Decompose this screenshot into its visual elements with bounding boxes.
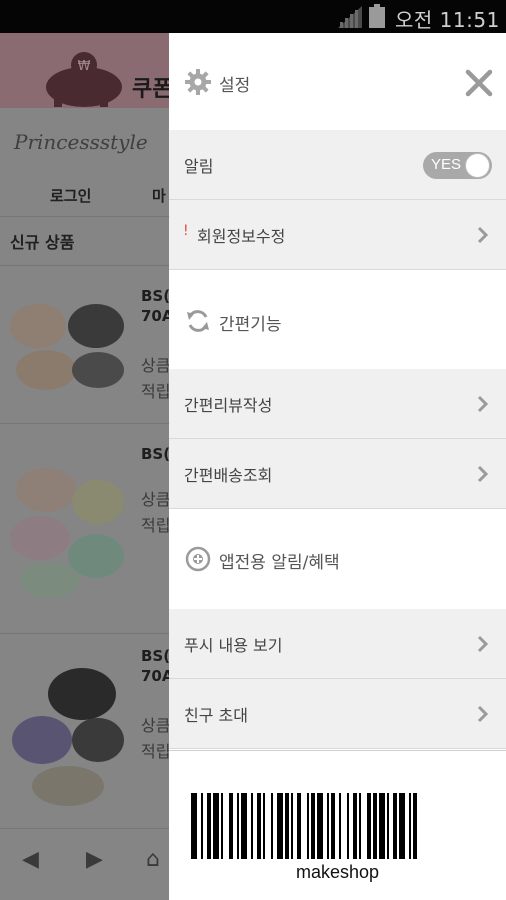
member-edit-item[interactable]: ! 회원정보수정 xyxy=(169,200,506,270)
plus-circle-icon xyxy=(185,546,211,572)
barcode-bar xyxy=(347,793,349,859)
close-icon[interactable] xyxy=(464,68,494,98)
chevron-right-icon xyxy=(477,635,488,653)
product-desc: 상큼 xyxy=(141,716,171,735)
forward-arrow-icon: ▶ xyxy=(86,847,103,872)
coupon-label: 쿠폰 xyxy=(132,77,173,102)
product-point: 적립 xyxy=(141,742,171,761)
barcode-bar xyxy=(327,793,329,859)
notification-row: 알림 YES xyxy=(169,130,506,200)
barcode-bar xyxy=(331,793,335,859)
battery-icon xyxy=(369,4,385,28)
barcode-bar xyxy=(339,793,341,859)
product-desc: 상큼 xyxy=(141,356,171,375)
barcode-bar xyxy=(317,793,323,859)
product-code: BS( xyxy=(141,445,171,463)
barcode-bar xyxy=(353,793,357,859)
barcode-bar xyxy=(297,793,301,859)
member-edit-label: 회원정보수정 xyxy=(197,227,286,246)
barcode-bar xyxy=(221,793,223,859)
quick-section: 간편기능 xyxy=(169,270,506,369)
alert-mark: ! xyxy=(183,223,189,239)
barcode-bar xyxy=(307,793,309,859)
shop-logo: Princessstyle xyxy=(14,130,148,154)
notification-label: 알림 xyxy=(184,157,214,176)
invite-friend-label: 친구 초대 xyxy=(184,706,248,725)
barcode-bar xyxy=(413,793,417,859)
drawer-header: 설정 xyxy=(169,33,506,130)
barcode-bar xyxy=(213,793,219,859)
app-only-section-title: 앱전용 알림/혜택 xyxy=(219,553,340,573)
chevron-right-icon xyxy=(477,226,488,244)
barcode-bar xyxy=(311,793,315,859)
push-content-item[interactable]: 푸시 내용 보기 xyxy=(169,609,506,679)
home-icon: ⌂ xyxy=(146,847,160,872)
chevron-right-icon xyxy=(477,705,488,723)
barcode-bar xyxy=(263,793,265,859)
barcode-bar xyxy=(277,793,283,859)
barcode-bar xyxy=(359,793,361,859)
barcode-bar xyxy=(291,793,293,859)
product-image xyxy=(10,468,124,598)
app-only-section: 앱전용 알림/혜택 xyxy=(169,509,506,608)
barcode-bar xyxy=(201,793,203,859)
barcode-bar xyxy=(257,793,261,859)
drawer-title: 설정 xyxy=(219,76,251,96)
gear-icon xyxy=(185,69,211,95)
product-image xyxy=(10,304,124,390)
toggle-knob xyxy=(465,153,490,178)
product-point: 적립 xyxy=(141,382,171,401)
barcode-bar xyxy=(241,793,247,859)
barcode-bar xyxy=(373,793,377,859)
quick-review-label: 간편리뷰작성 xyxy=(184,396,273,415)
quick-section-title: 간편기능 xyxy=(219,315,282,335)
product-code: BS( xyxy=(141,287,171,305)
settings-drawer: 설정 알림 YES ! 회원정보수정 간편기능 간편리뷰작성 간편배송조회 앱전… xyxy=(169,33,506,900)
barcode-bar xyxy=(251,793,253,859)
quick-delivery-item[interactable]: 간편배송조회 xyxy=(169,439,506,509)
barcode-area: makeshop xyxy=(169,750,506,900)
product-code: BS( xyxy=(141,647,171,665)
barcode-bar xyxy=(387,793,389,859)
quick-delivery-label: 간편배송조회 xyxy=(184,466,273,485)
barcode-bar xyxy=(191,793,197,859)
barcode-bar xyxy=(229,793,233,859)
barcode-bar xyxy=(393,793,397,859)
barcode-text: makeshop xyxy=(295,862,380,882)
barcode-bar xyxy=(271,793,273,859)
clock: 오전 11:51 xyxy=(395,8,500,32)
barcode-bar xyxy=(207,793,211,859)
status-bar: 오전 11:51 xyxy=(0,0,506,33)
barcode xyxy=(191,793,417,859)
product-desc: 상큼 xyxy=(141,490,171,509)
signal-icon xyxy=(338,6,362,28)
nav-next: 마 xyxy=(152,187,166,205)
back-arrow-icon: ◀ xyxy=(22,847,39,872)
chevron-right-icon xyxy=(477,465,488,483)
barcode-bar xyxy=(399,793,405,859)
barcode-bar xyxy=(367,793,371,859)
product-point: 적립 xyxy=(141,516,171,535)
push-content-label: 푸시 내용 보기 xyxy=(184,636,283,655)
barcode-bar xyxy=(409,793,411,859)
quick-review-item[interactable]: 간편리뷰작성 xyxy=(169,369,506,439)
notification-toggle[interactable]: YES xyxy=(423,152,492,179)
barcode-bar xyxy=(285,793,289,859)
product-image xyxy=(12,668,124,806)
invite-friend-item[interactable]: 친구 초대 xyxy=(169,679,506,749)
refresh-icon xyxy=(187,310,209,332)
piggy-bank-icon: ₩ xyxy=(46,52,122,107)
barcode-bar xyxy=(237,793,239,859)
new-products-title: 신규 상품 xyxy=(10,233,75,252)
barcode-bar xyxy=(379,793,385,859)
svg-text:₩: ₩ xyxy=(78,59,91,74)
chevron-right-icon xyxy=(477,395,488,413)
toggle-text: YES xyxy=(431,156,462,173)
nav-login: 로그인 xyxy=(50,187,92,205)
